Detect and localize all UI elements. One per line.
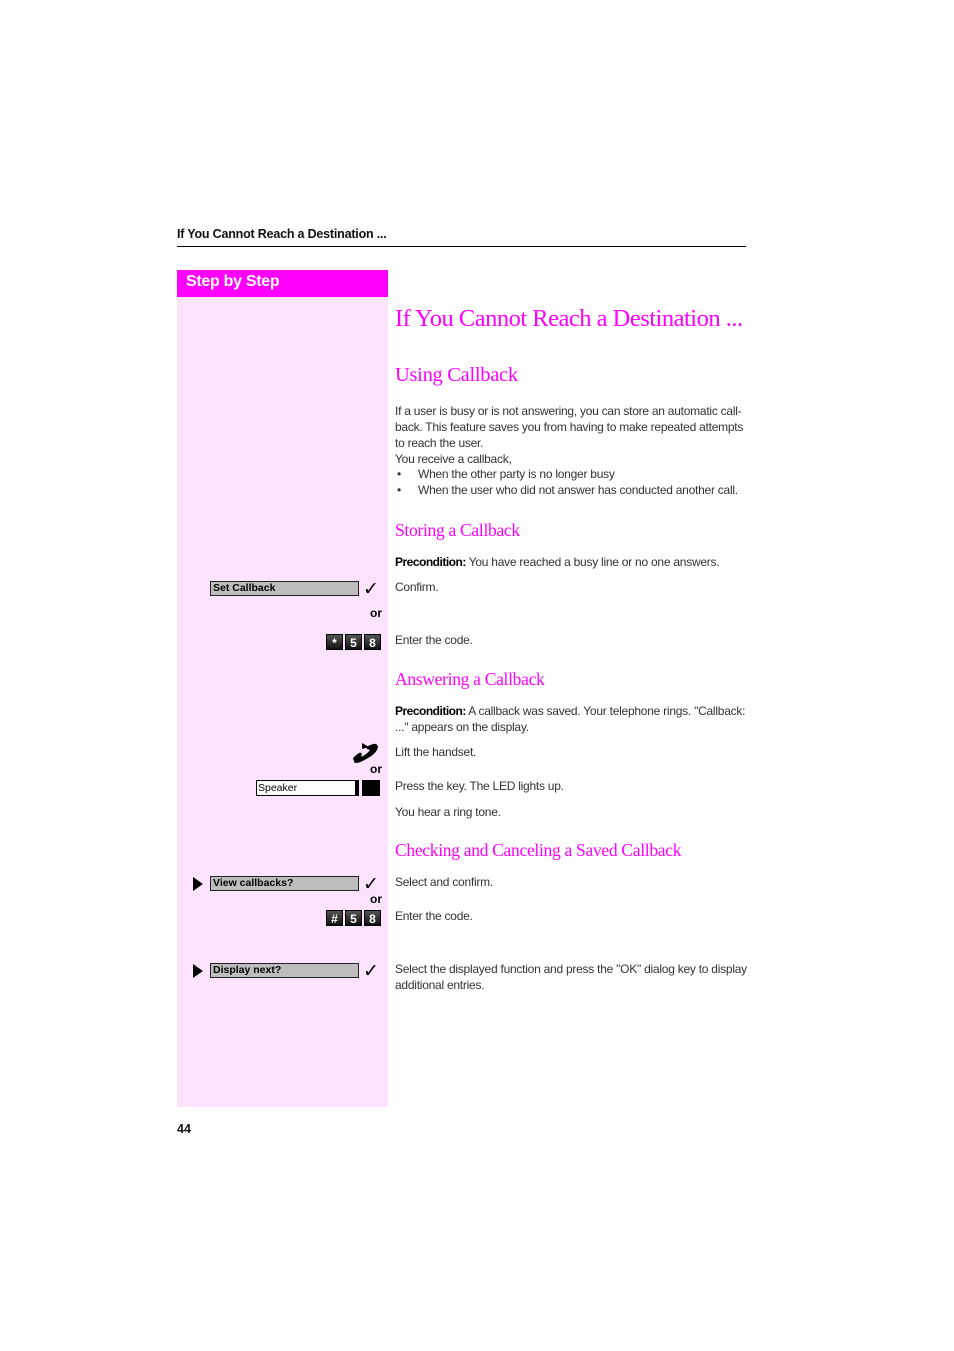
precondition-text: You have reached a busy line or no one a… [465,555,720,569]
precondition-text: A callback was saved. Your telephone rin… [465,704,746,718]
precondition-label: Precondition: [395,704,466,718]
precondition-text: ..." appears on the display. [395,720,529,734]
intro-line: If a user is busy or is not answering, y… [395,404,742,418]
or-label: or [370,606,382,620]
bullet-item: When the user who did not answer has con… [418,483,738,497]
page-title: If You Cannot Reach a Destination ... [395,305,743,332]
section-heading-storing: Storing a Callback [395,520,520,540]
key-hash[interactable]: # [326,910,343,926]
confirm-check-icon[interactable]: ✓ [363,962,379,981]
display-option-view-callbacks[interactable]: View callbacks? [210,876,359,891]
intro-paragraph: If a user is busy or is not answering, y… [395,403,747,467]
step-by-step-column [177,297,388,1107]
page-number: 44 [177,1122,191,1136]
section-heading-using-callback: Using Callback [395,364,518,386]
intro-line: to reach the user. [395,436,484,450]
step-display-next: Select the displayed function and press … [395,961,747,993]
step-by-step-label: Step by Step [186,273,280,290]
key-8[interactable]: 8 [364,910,381,926]
bullet-item: When the other party is no longer busy [418,467,615,481]
display-option-display-next[interactable]: Display next? [210,963,359,978]
step-display-next-line: additional entries. [395,978,485,992]
running-header: If You Cannot Reach a Destination ... [177,227,387,241]
select-arrow-icon[interactable] [193,964,203,978]
bullet-icon: • [397,467,402,481]
step-enter-code: Enter the code. [395,633,473,647]
key-5[interactable]: 5 [345,634,362,650]
section-heading-answering: Answering a Callback [395,669,545,689]
step-select-confirm: Select and confirm. [395,875,493,889]
key-8[interactable]: 8 [364,634,381,650]
intro-line: You receive a callback, [395,452,512,466]
step-confirm: Confirm. [395,580,439,594]
confirm-check-icon[interactable]: ✓ [363,580,379,599]
step-enter-code: Enter the code. [395,909,473,923]
select-arrow-icon[interactable] [193,877,203,891]
speaker-key-button[interactable] [362,780,380,796]
precondition-label: Precondition: [395,555,466,569]
or-label: or [370,892,382,906]
key-star[interactable]: * [326,634,343,650]
step-lift-handset: Lift the handset. [395,745,477,759]
display-option-set-callback[interactable]: Set Callback [210,581,359,596]
section-heading-checking: Checking and Canceling a Saved Callback [395,840,682,860]
or-label: or [370,762,382,776]
step-display-next-line: Select the displayed function and press … [395,962,747,976]
step-ring-tone: You hear a ring tone. [395,805,501,819]
precondition-answering: Precondition: A callback was saved. Your… [395,703,747,735]
precondition-storing: Precondition: You have reached a busy li… [395,554,747,570]
header-rule [177,246,746,247]
intro-line: back. This feature saves you from having… [395,420,744,434]
key-5[interactable]: 5 [345,910,362,926]
speaker-key-divider [355,780,359,796]
bullet-icon: • [397,483,402,497]
step-press-key: Press the key. The LED lights up. [395,779,564,793]
speaker-key-label: Speaker [256,780,356,796]
